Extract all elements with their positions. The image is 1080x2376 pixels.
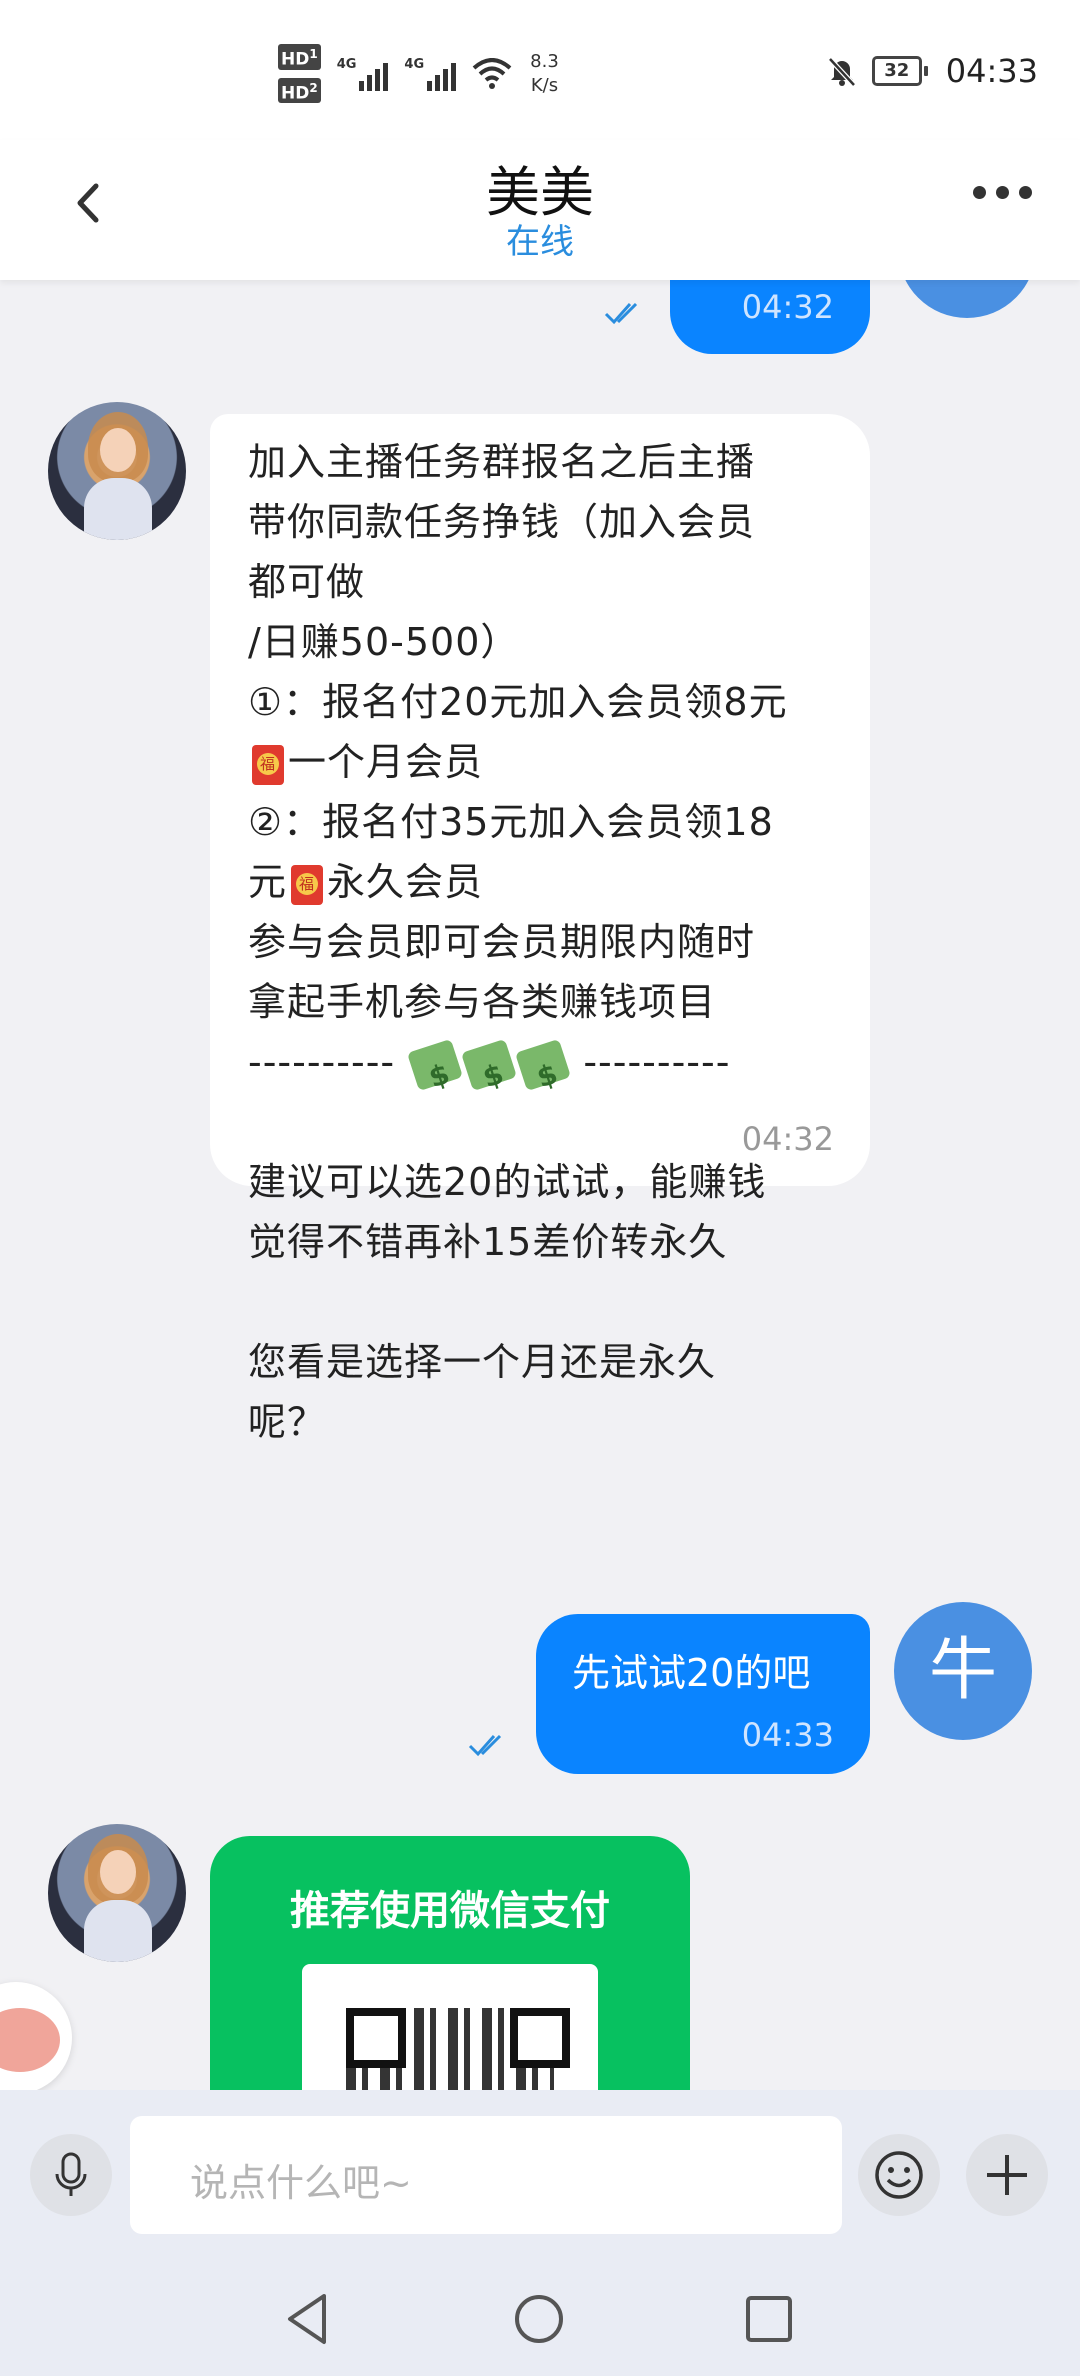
nav-home-icon[interactable] bbox=[512, 2292, 566, 2346]
my-avatar[interactable] bbox=[898, 280, 1036, 318]
wifi-icon bbox=[472, 57, 512, 89]
qr-code-image[interactable] bbox=[302, 1964, 598, 2090]
payment-title: 推荐使用微信支付 bbox=[290, 1888, 610, 1934]
payment-card[interactable]: 推荐使用微信支付 bbox=[210, 1836, 690, 2090]
input-placeholder: 说点什么吧~ bbox=[190, 2161, 412, 2205]
input-bar: 说点什么吧~ bbox=[0, 2090, 1080, 2260]
money-wings-icon bbox=[515, 1038, 572, 1091]
incoming-message-bubble[interactable]: 加入主播任务群报名之后主播 带你同款任务挣钱（加入会员 都可做 /日赚50-50… bbox=[210, 414, 870, 1444]
contact-avatar[interactable] bbox=[48, 1824, 186, 1962]
status-left: HD1 HD2 4G 4G 8.3 K/s bbox=[278, 44, 559, 104]
signal1-icon: 4G bbox=[337, 57, 389, 91]
status-bar: HD1 HD2 4G 4G 8.3 K/s 32 04:33 bbox=[0, 0, 1080, 140]
outgoing-message-bubble[interactable]: 04:32 bbox=[670, 280, 870, 354]
emoji-icon[interactable] bbox=[858, 2134, 940, 2216]
red-packet-icon bbox=[291, 864, 324, 905]
floating-pig-icon[interactable] bbox=[0, 1982, 72, 2090]
money-wings-icon bbox=[461, 1038, 518, 1091]
read-check-icon bbox=[604, 302, 638, 325]
message-text: 加入主播任务群报名之后主播 带你同款任务挣钱（加入会员 都可做 /日赚50-50… bbox=[248, 432, 848, 1452]
hd2-icon: HD2 bbox=[278, 77, 321, 104]
outgoing-message-bubble[interactable]: 先试试20的吧 04:33 bbox=[536, 1614, 870, 1774]
message-list[interactable]: 04:32 加入主播任务群报名之后主播 带你同款任务挣钱（加入会员 都可做 /日… bbox=[0, 280, 1080, 2090]
red-packet-icon bbox=[252, 744, 284, 785]
nav-recent-icon[interactable] bbox=[744, 2294, 794, 2344]
message-input[interactable]: 说点什么吧~ bbox=[130, 2116, 842, 2234]
speed-unit: K/s bbox=[530, 74, 559, 96]
message-time: 04:32 bbox=[741, 1120, 834, 1158]
hd1-icon: HD1 bbox=[278, 44, 321, 70]
nav-back-icon[interactable] bbox=[282, 2292, 332, 2346]
my-avatar[interactable]: 牛 bbox=[894, 1602, 1032, 1740]
system-nav-bar bbox=[0, 2260, 1080, 2376]
network-speed: 8.3 K/s bbox=[530, 50, 559, 98]
hd-indicators: HD1 HD2 bbox=[278, 44, 321, 104]
speed-value: 8.3 bbox=[530, 50, 559, 72]
money-wings-icon bbox=[407, 1038, 464, 1091]
chat-header: 美美 在线 bbox=[0, 140, 1080, 280]
status-right: 32 04:33 bbox=[826, 52, 1038, 90]
read-check-icon bbox=[468, 1734, 502, 1757]
clock: 04:33 bbox=[945, 52, 1038, 90]
message-time: 04:32 bbox=[741, 288, 834, 326]
signal2-icon: 4G bbox=[404, 57, 457, 91]
message-text: 先试试20的吧 bbox=[572, 1651, 811, 1695]
battery-icon: 32 bbox=[871, 56, 928, 86]
contact-avatar[interactable] bbox=[48, 402, 186, 540]
plus-icon[interactable] bbox=[966, 2134, 1048, 2216]
microphone-icon[interactable] bbox=[30, 2134, 112, 2216]
message-time: 04:33 bbox=[741, 1716, 834, 1754]
more-dots-icon[interactable] bbox=[973, 186, 1032, 199]
online-status: 在线 bbox=[506, 222, 574, 262]
bell-muted-icon bbox=[827, 57, 856, 87]
